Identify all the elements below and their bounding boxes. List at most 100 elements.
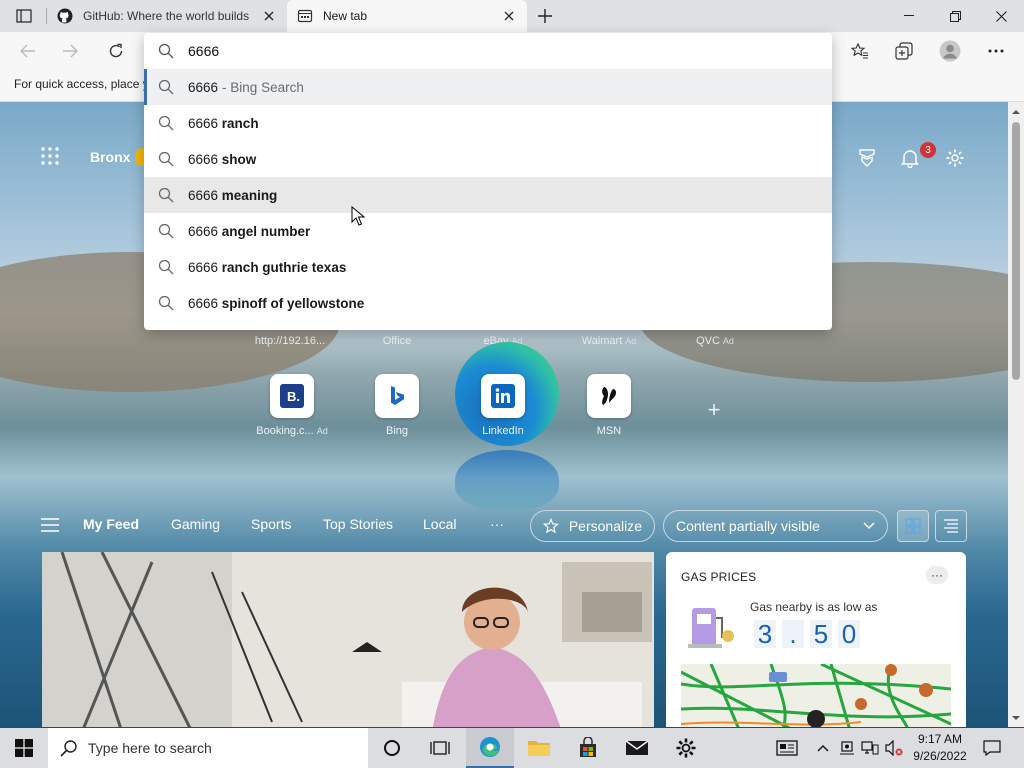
tab-github[interactable]: GitHub: Where the world builds [47, 0, 287, 32]
quick-link-label[interactable]: http://192.16... [245, 335, 335, 347]
forward-button[interactable] [56, 37, 84, 65]
suggestion-prefix: 6666 [188, 295, 222, 311]
back-button[interactable] [14, 37, 42, 65]
clock-date: 9/26/2022 [913, 749, 967, 763]
feed-tab-gaming[interactable]: Gaming [171, 516, 220, 532]
personalize-button[interactable]: Personalize [530, 510, 655, 542]
feed-tab-local[interactable]: Local [423, 516, 456, 532]
tray-overflow-button[interactable] [812, 728, 834, 768]
close-tab-button[interactable] [261, 8, 277, 24]
quick-link-label[interactable]: Office [352, 335, 442, 347]
tray-volume-button[interactable] [882, 728, 906, 768]
device-icon [840, 741, 854, 755]
gas-card-more-button[interactable]: ··· [926, 566, 948, 584]
grid-view-button[interactable] [897, 510, 929, 542]
tray-news-button[interactable] [772, 728, 802, 768]
feed-hero-card[interactable] [42, 552, 654, 727]
network-icon [861, 741, 879, 755]
quick-link-text: Walmart [581, 335, 623, 347]
new-tab-button[interactable] [533, 4, 557, 28]
quick-link-msn[interactable] [587, 374, 631, 418]
page-scrollbar[interactable] [1008, 102, 1024, 727]
gas-price: 3 . 5 0 [754, 619, 860, 649]
close-window-button[interactable] [978, 0, 1024, 32]
cortana-button[interactable] [368, 728, 416, 768]
address-input[interactable]: 6666 [188, 43, 219, 59]
suggestion-item[interactable]: 6666 meaning [144, 177, 832, 213]
suggestion-item[interactable]: 6666 - Bing Search [144, 69, 832, 105]
windows-logo-icon [15, 739, 33, 757]
suggestion-source: - Bing Search [222, 79, 304, 95]
notifications-button[interactable] [898, 146, 922, 170]
collections-button[interactable] [890, 37, 918, 65]
feed-more-button[interactable]: ··· [490, 516, 504, 532]
suggestion-completion: spinoff of yellowstone [221, 295, 365, 311]
quick-link-label[interactable]: QVC Ad [670, 335, 760, 347]
tab-actions-button[interactable] [8, 4, 40, 28]
quick-link-linkedin[interactable] [481, 374, 525, 418]
taskbar-edge[interactable] [466, 728, 514, 768]
tab-new-tab[interactable]: New tab [287, 0, 527, 32]
quick-link-label: LinkedIn [458, 425, 548, 437]
suggestion-item[interactable]: 6666 angel number [144, 213, 832, 249]
minimize-button[interactable] [886, 0, 932, 32]
arrow-right-icon [63, 44, 78, 58]
sparkle-star-icon [543, 517, 559, 534]
scroll-up-icon[interactable] [1012, 108, 1020, 116]
gas-stations-map[interactable] [681, 664, 951, 727]
rewards-icon [859, 149, 875, 167]
feed-tab-top-stories[interactable]: Top Stories [323, 516, 393, 532]
add-quick-link-button[interactable]: + [704, 399, 724, 421]
tray-device-button[interactable] [836, 728, 858, 768]
settings-and-more-button[interactable] [982, 37, 1010, 65]
suggestion-item[interactable]: 6666 ranch [144, 105, 832, 141]
cortana-icon [384, 740, 400, 756]
refresh-button[interactable] [102, 37, 130, 65]
price-digit: . [782, 619, 804, 649]
weather-location[interactable]: Bronx [90, 149, 130, 165]
restore-button[interactable] [932, 0, 978, 32]
menu-icon[interactable] [40, 518, 60, 532]
taskbar-settings[interactable] [662, 728, 710, 768]
taskbar-file-explorer[interactable] [515, 728, 563, 768]
suggestion-item[interactable]: 6666 spinoff of yellowstone [144, 285, 832, 321]
task-view-button[interactable] [416, 728, 464, 768]
feed-navigation: My Feed Gaming Sports Top Stories Local … [0, 502, 1008, 548]
taskbar-mail[interactable] [613, 728, 661, 768]
feed-tab-my-feed[interactable]: My Feed [83, 516, 139, 532]
address-bar[interactable]: 6666 [144, 33, 832, 69]
bell-icon [901, 150, 919, 168]
quick-link-bing[interactable] [375, 374, 419, 418]
close-icon [264, 11, 274, 21]
ad-badge: Ad [625, 336, 637, 346]
search-icon [158, 115, 174, 131]
rewards-button[interactable] [855, 146, 879, 170]
tray-network-button[interactable] [858, 728, 882, 768]
action-center-button[interactable] [978, 728, 1006, 768]
plus-icon [538, 9, 552, 23]
scroll-down-icon[interactable] [1012, 714, 1020, 722]
content-visibility-dropdown[interactable]: Content partially visible [663, 510, 888, 542]
app-launcher-button[interactable] [40, 146, 64, 170]
taskbar-search[interactable]: Type here to search [48, 728, 368, 768]
suggestion-item[interactable]: 6666 show [144, 141, 832, 177]
list-view-button[interactable] [935, 510, 967, 542]
suggestion-item[interactable]: 6666 ranch guthrie texas [144, 249, 832, 285]
quick-link-label[interactable]: Walmart Ad [564, 335, 654, 347]
suggestion-prefix: 6666 [188, 151, 222, 167]
scrollbar-thumb[interactable] [1012, 122, 1020, 380]
gas-prices-card[interactable]: GAS PRICES ··· Gas nearby is as low as 3… [666, 552, 966, 727]
tab-title: GitHub: Where the world builds [83, 9, 250, 23]
start-button[interactable] [0, 728, 48, 768]
favorites-button[interactable] [846, 37, 874, 65]
close-tab-button[interactable] [501, 8, 517, 24]
profile-button[interactable] [936, 37, 964, 65]
page-settings-button[interactable] [943, 146, 967, 170]
taskbar-store[interactable] [564, 728, 612, 768]
feed-tab-sports[interactable]: Sports [251, 516, 291, 532]
quick-link-booking[interactable]: B. [270, 374, 314, 418]
task-view-icon [430, 741, 450, 755]
arrow-left-icon [20, 44, 35, 58]
close-icon [995, 10, 1007, 22]
taskbar-clock[interactable]: 9:17 AM 9/26/2022 [904, 731, 976, 765]
